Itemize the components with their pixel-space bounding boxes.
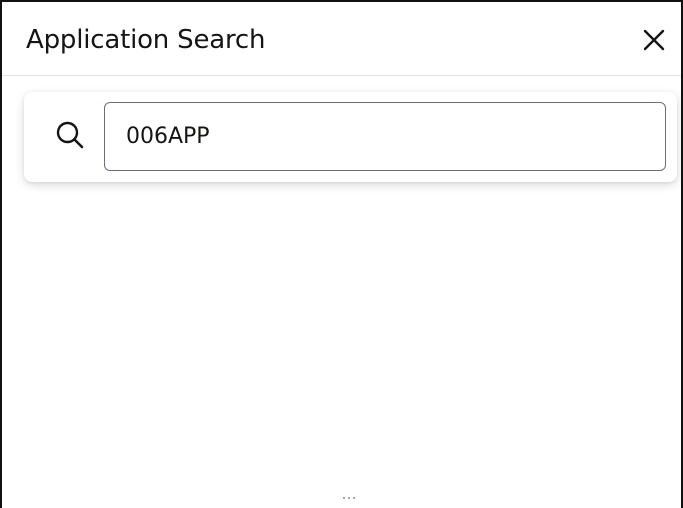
application-search-dialog: Application Search (0, 0, 683, 508)
search-icon (54, 119, 86, 151)
dialog-header: Application Search (2, 2, 681, 76)
dialog-title: Application Search (26, 25, 266, 55)
application-search-input[interactable] (104, 102, 666, 171)
close-icon (643, 29, 665, 51)
close-button[interactable] (638, 24, 670, 56)
search-panel (24, 92, 677, 182)
resize-grip-icon[interactable] (342, 486, 356, 499)
